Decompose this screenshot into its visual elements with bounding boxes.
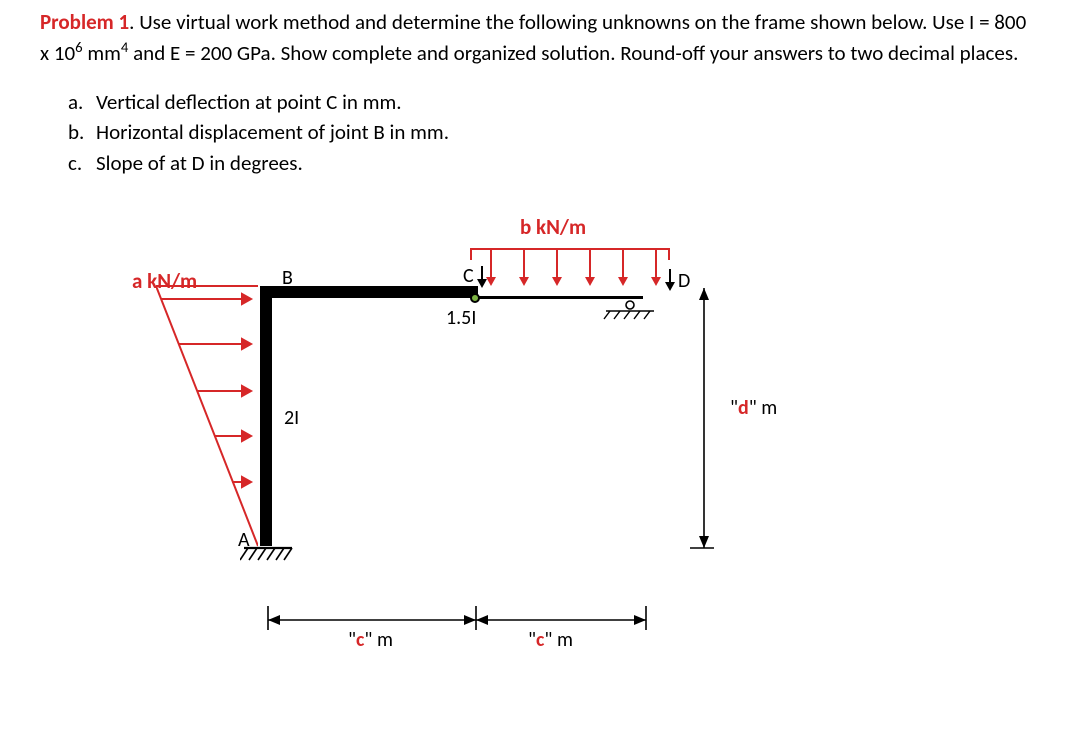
point-c-text: C bbox=[463, 264, 474, 288]
intro-text-2: and E = 200 GPa. Show complete and organ… bbox=[128, 40, 1018, 66]
point-b: B bbox=[282, 266, 293, 290]
internal-hinge-icon bbox=[470, 293, 480, 303]
dim-c2-label: "c" m bbox=[528, 628, 573, 652]
frame-figure: b kN/m a kN/m bbox=[90, 196, 890, 676]
arrow-d-down-icon bbox=[664, 269, 676, 291]
question-a: a.Vertical deflection at point C in mm. bbox=[68, 87, 1040, 117]
udl-b-arrows bbox=[470, 248, 670, 288]
dim-horizontal bbox=[266, 606, 656, 646]
roller-support-icon bbox=[600, 299, 660, 329]
question-c-text: Slope of at D in degrees. bbox=[96, 150, 303, 176]
question-c: c.Slope of at D in degrees. bbox=[68, 148, 1040, 178]
question-a-text: Vertical deflection at point C in mm. bbox=[96, 89, 402, 115]
beam-label: 1.5I bbox=[446, 306, 476, 330]
question-b-text: Horizontal displacement of joint B in mm… bbox=[96, 119, 449, 145]
question-b: b.Horizontal displacement of joint B in … bbox=[68, 117, 1040, 147]
dim-c1-label: "c" m bbox=[348, 628, 393, 652]
point-d: D bbox=[678, 269, 690, 293]
load-b-value: b kN/m bbox=[520, 214, 586, 240]
point-c: C bbox=[463, 264, 474, 288]
col-label: 2I bbox=[284, 406, 299, 430]
intro-mm: mm bbox=[83, 40, 121, 66]
dim-d-label: "d" m bbox=[730, 396, 777, 420]
question-list: a.Vertical deflection at point C in mm. … bbox=[40, 87, 1040, 178]
fixed-support-icon bbox=[240, 546, 296, 574]
tri-load-a bbox=[156, 274, 258, 548]
column-ab bbox=[260, 286, 272, 546]
arrow-c-down-icon bbox=[476, 266, 488, 288]
problem-intro: Problem 1. Use virtual work method and d… bbox=[40, 8, 1040, 69]
problem-title: Problem 1 bbox=[40, 9, 129, 35]
dim-vertical bbox=[690, 286, 730, 550]
load-b-label: b kN/m bbox=[520, 214, 586, 240]
intro-sup-6: 6 bbox=[75, 38, 82, 56]
